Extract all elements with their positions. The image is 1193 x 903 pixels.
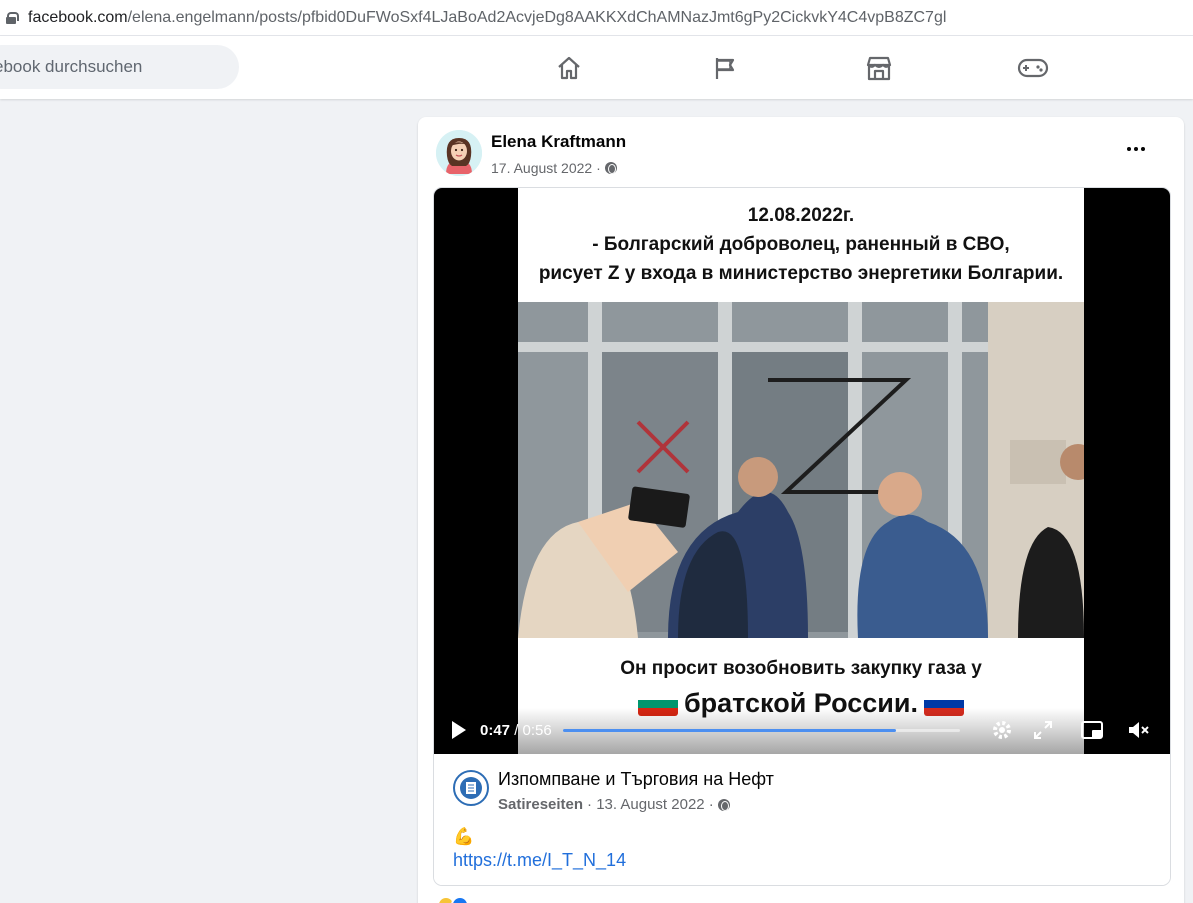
video-player[interactable]: 12.08.2022г. - Болгарский доброволец, ра… — [434, 188, 1170, 754]
video-time: 0:47 / 0:56 — [480, 722, 552, 739]
search-placeholder: ebook durchsuchen — [0, 57, 143, 76]
video-frame: 12.08.2022г. - Болгарский доброволец, ра… — [518, 188, 1084, 754]
fullscreen-icon[interactable] — [1030, 717, 1056, 743]
shared-source[interactable]: Satireseiten — [498, 796, 583, 813]
telegram-link[interactable]: https://t.me/I_T_N_14 — [453, 850, 626, 871]
post-card: Elena Kraftmann 17. August 2022 · 12.08.… — [418, 117, 1184, 903]
play-icon[interactable] — [452, 721, 466, 739]
gaming-icon[interactable] — [1015, 50, 1051, 86]
top-navigation: ebook durchsuchen — [0, 36, 1193, 99]
post-author[interactable]: Elena Kraftmann — [491, 132, 626, 152]
post-meta: 17. August 2022 · — [491, 160, 617, 176]
search-input[interactable]: ebook durchsuchen — [0, 45, 239, 89]
video-controls: 0:47 / 0:56 — [434, 708, 1170, 754]
video-progress-bar[interactable] — [563, 729, 960, 732]
url-text[interactable]: facebook.com/elena.engelmann/posts/pfbid… — [28, 9, 946, 27]
home-icon[interactable] — [551, 50, 587, 86]
reactions-summary[interactable] — [437, 896, 469, 903]
flexed-biceps-emoji: 💪 — [453, 827, 475, 846]
avatar[interactable] — [436, 130, 482, 176]
marketplace-icon[interactable] — [861, 50, 897, 86]
video-caption-top: 12.08.2022г. - Болгарский доброволец, ра… — [538, 205, 1064, 284]
video-caption-bottom: Он просит возобновить закупку газа у — [620, 658, 982, 679]
shared-page-meta: Satireseiten · 13. August 2022 · — [498, 796, 730, 813]
globe-icon — [604, 162, 617, 174]
shared-page-name[interactable]: Изпомпване и Търговия на Нефт — [498, 769, 774, 790]
video-scene — [518, 302, 1084, 638]
picture-in-picture-icon[interactable] — [1079, 717, 1105, 743]
lock-icon — [6, 11, 19, 24]
settings-icon[interactable] — [989, 717, 1015, 743]
page-avatar[interactable] — [453, 770, 489, 806]
shared-page-info: Изпомпване и Търговия на Нефт Satireseit… — [434, 754, 1170, 885]
shared-post: 12.08.2022г. - Болгарский доброволец, ра… — [433, 187, 1171, 886]
address-bar[interactable]: facebook.com/elena.engelmann/posts/pfbid… — [0, 0, 1193, 36]
globe-icon — [717, 798, 730, 811]
post-date[interactable]: 17. August 2022 · — [491, 160, 601, 176]
shared-date[interactable]: · 13. August 2022 · — [587, 796, 714, 813]
video-progress-fill — [563, 729, 897, 732]
flag-icon[interactable] — [707, 50, 743, 86]
muted-speaker-icon[interactable] — [1126, 717, 1152, 743]
more-options-button[interactable] — [1124, 139, 1148, 159]
